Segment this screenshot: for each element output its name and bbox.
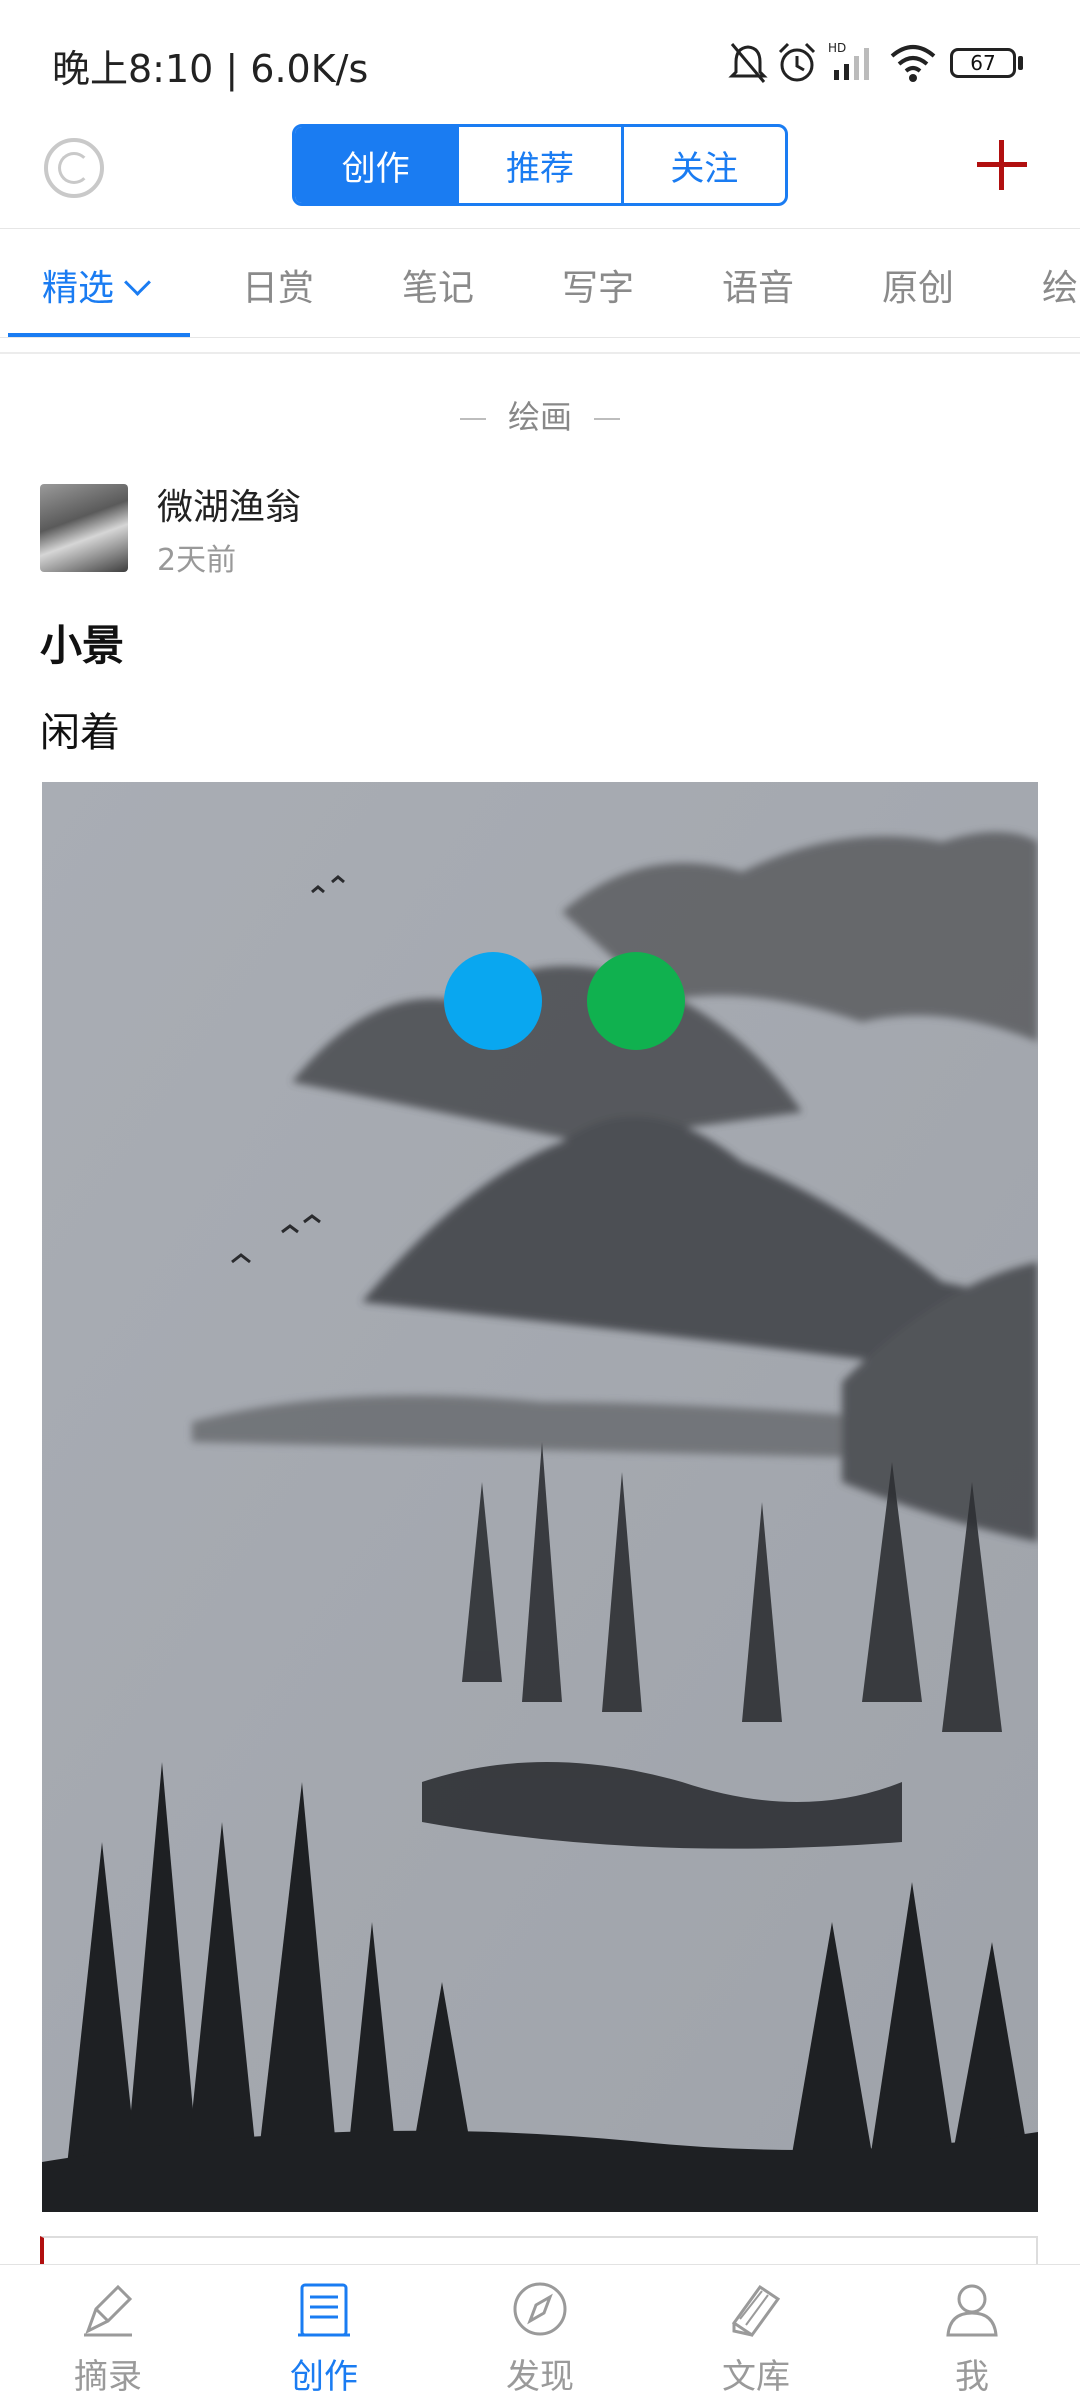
overlay-dot-green [587,952,685,1050]
nav-discover[interactable]: 发现 [432,2265,648,2401]
alarm-icon [778,42,816,82]
tab-painting[interactable]: 绘 [1042,259,1078,311]
tab-writing[interactable]: 写字 [562,259,634,311]
status-bar: 晚上8:10 | 6.0K/s HD 67 [0,0,1080,120]
wifi-icon [890,45,936,82]
tab-voice[interactable]: 语音 [722,259,794,311]
author-name[interactable]: 微湖渔翁 [157,478,301,530]
nav-create-label: 创作 [290,2357,358,2397]
nav-create[interactable]: 创作 [216,2265,432,2401]
tab-featured[interactable]: 精选 [42,259,151,311]
nav-excerpt-label: 摘录 [74,2357,142,2397]
post-title[interactable]: 小景 [40,612,124,673]
tab-appreciation[interactable]: 日赏 [242,259,314,311]
nav-me[interactable]: 我 [864,2265,1080,2401]
battery-icon: 67 [950,48,1016,78]
books-icon [731,2284,781,2338]
category-tabs: 精选 日赏 笔记 写字 语音 原创 绘 [0,228,1080,338]
segment-recommend[interactable]: 推荐 [456,127,620,203]
bottom-nav: 摘录 创作 发现 文库 我 [0,2264,1080,2401]
document-icon [298,2283,350,2337]
compass-icon [513,2282,567,2336]
divider [0,352,1080,354]
top-bar: 创作 推荐 关注 [0,120,1080,228]
tab-original[interactable]: 原创 [882,259,954,311]
nav-library-label: 文库 [722,2357,790,2397]
nav-excerpt[interactable]: 摘录 [0,2265,216,2401]
tab-featured-label: 精选 [42,268,115,309]
segment-follow[interactable]: 关注 [620,127,785,203]
nav-discover-label: 发现 [506,2357,574,2397]
post-body[interactable]: 闲着 [40,700,120,758]
pen-icon [84,2284,133,2337]
segment-control: 创作 推荐 关注 [292,124,788,206]
person-icon [946,2284,998,2337]
hd-signal-icon: HD [828,41,869,80]
svg-text:HD: HD [828,41,846,55]
battery-level: 67 [970,51,996,75]
chevron-down-icon [124,269,151,296]
nav-me-label: 我 [955,2357,989,2397]
next-card-edge [40,2236,1038,2266]
segment-create[interactable]: 创作 [295,127,457,203]
post-time: 2天前 [157,543,237,578]
status-time: 晚上8:10 | 6.0K/s [52,47,369,91]
nav-library[interactable]: 文库 [648,2265,864,2401]
tab-indicator [8,333,190,337]
section-label-text: 绘画 [507,398,572,436]
overlay-dot-blue [444,952,542,1050]
tab-notes[interactable]: 笔记 [402,259,474,311]
battery-tip [1018,56,1023,70]
add-icon[interactable] [975,138,1029,192]
refresh-icon[interactable] [44,138,104,198]
mute-bell-icon [728,43,768,83]
avatar[interactable] [40,484,128,572]
section-label: 绘画 [0,392,1080,438]
